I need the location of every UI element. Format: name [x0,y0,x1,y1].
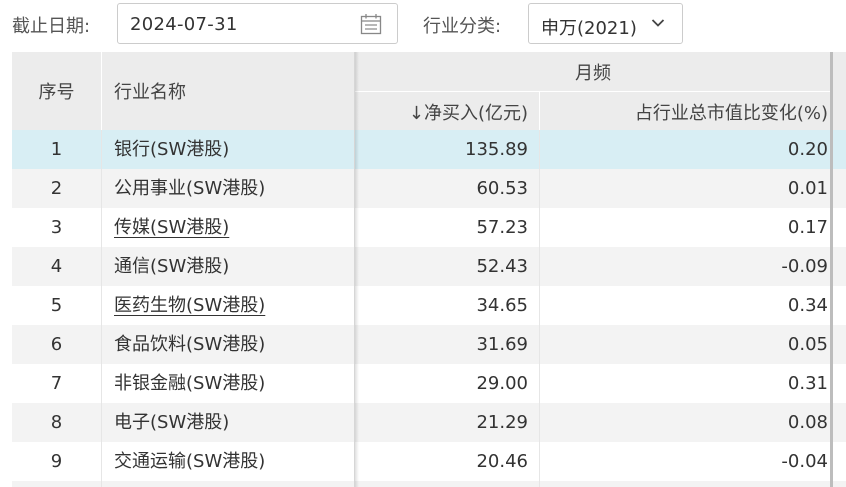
row-industry-name[interactable]: 非银金融(SW港股) [114,364,265,403]
row-index: 2 [50,178,63,199]
calendar-icon[interactable] [360,13,382,35]
column-divider [101,130,102,487]
row-net-buy: 29.00 [476,373,528,394]
row-net-buy: 135.89 [465,139,528,160]
row-net-buy: 31.69 [476,334,528,355]
header-divider [101,52,102,130]
row-net-buy: 57.23 [476,217,528,238]
row-pct-change: 0.17 [787,217,828,238]
row-net-buy: 34.65 [476,295,528,316]
row-industry-name[interactable]: 食品饮料(SW港股) [114,325,265,364]
row-index: 4 [50,256,63,277]
table-row[interactable]: 9 交通运输(SW港股) 20.46 -0.04 [12,442,846,481]
row-pct-change: 0.31 [787,373,828,394]
industry-table: 序号 行业名称 月频 ↓净买入(亿元) 占行业总市值比变化(%) 1 银行(SW… [12,52,846,487]
row-pct-change: 0.08 [787,412,828,433]
row-pct-change: -0.04 [781,451,828,472]
header-pct-change[interactable]: 占行业总市值比变化(%) [540,99,828,125]
row-index: 7 [50,373,63,394]
row-index: 6 [50,334,63,355]
table-row[interactable]: 5 医药生物(SW港股) 34.65 0.34 [12,286,846,325]
table-row[interactable]: 6 食品饮料(SW港股) 31.69 0.05 [12,325,846,364]
row-industry-name[interactable]: 医药生物(SW港股) [114,286,265,325]
frozen-column-shadow [355,52,359,487]
row-pct-change: -0.09 [781,256,828,277]
table-row[interactable]: 7 非银金融(SW港股) 29.00 0.31 [12,364,846,403]
industry-select-value: 申万(2021) [541,18,637,39]
date-value: 2024-07-31 [130,14,238,35]
chevron-down-icon [651,19,665,27]
row-pct-change: 0.05 [787,334,828,355]
row-index: 1 [50,139,63,160]
row-index: 5 [50,295,63,316]
header-divider [539,91,540,130]
table-row[interactable]: 2 公用事业(SW港股) 60.53 0.01 [12,169,846,208]
industry-label: 行业分类: [423,16,502,37]
header-index: 序号 [38,82,75,103]
table-row[interactable]: 1 银行(SW港股) 135.89 0.20 [12,130,846,169]
row-net-buy: 20.46 [476,451,528,472]
row-industry-name[interactable]: 电子(SW港股) [114,403,229,442]
table-row [12,481,846,487]
row-industry-name[interactable]: 通信(SW港股) [114,247,229,286]
table-row[interactable]: 8 电子(SW港股) 21.29 0.08 [12,403,846,442]
header-divider [355,91,833,92]
row-pct-change: 0.20 [787,139,828,160]
table-row[interactable]: 4 通信(SW港股) 52.43 -0.09 [12,247,846,286]
row-net-buy: 21.29 [476,412,528,433]
column-divider [539,130,540,487]
row-pct-change: 0.01 [787,178,828,199]
date-picker[interactable]: 2024-07-31 [117,3,398,44]
row-net-buy: 52.43 [476,256,528,277]
horizontal-scroll-edge[interactable] [830,52,833,487]
row-industry-name[interactable]: 公用事业(SW港股) [114,169,265,208]
row-industry-name[interactable]: 传媒(SW港股) [114,208,229,247]
header-industry-name: 行业名称 [114,82,186,103]
filter-bar: 截止日期: 2024-07-31 行业分类: 申万(2021) [0,0,846,50]
row-pct-change: 0.34 [787,295,828,316]
row-net-buy: 60.53 [476,178,528,199]
row-index: 3 [50,217,63,238]
header-net-buy[interactable]: ↓净买入(亿元) [358,99,528,125]
row-index: 9 [50,451,63,472]
date-label: 截止日期: [12,16,91,37]
table-row[interactable]: 3 传媒(SW港股) 57.23 0.17 [12,208,846,247]
row-index: 8 [50,412,63,433]
table-header: 序号 行业名称 月频 ↓净买入(亿元) 占行业总市值比变化(%) [12,52,846,130]
row-industry-name[interactable]: 交通运输(SW港股) [114,442,265,481]
row-industry-name[interactable]: 银行(SW港股) [114,130,229,169]
industry-select[interactable]: 申万(2021) [528,3,683,44]
header-monthly-group: 月频 [575,63,611,84]
